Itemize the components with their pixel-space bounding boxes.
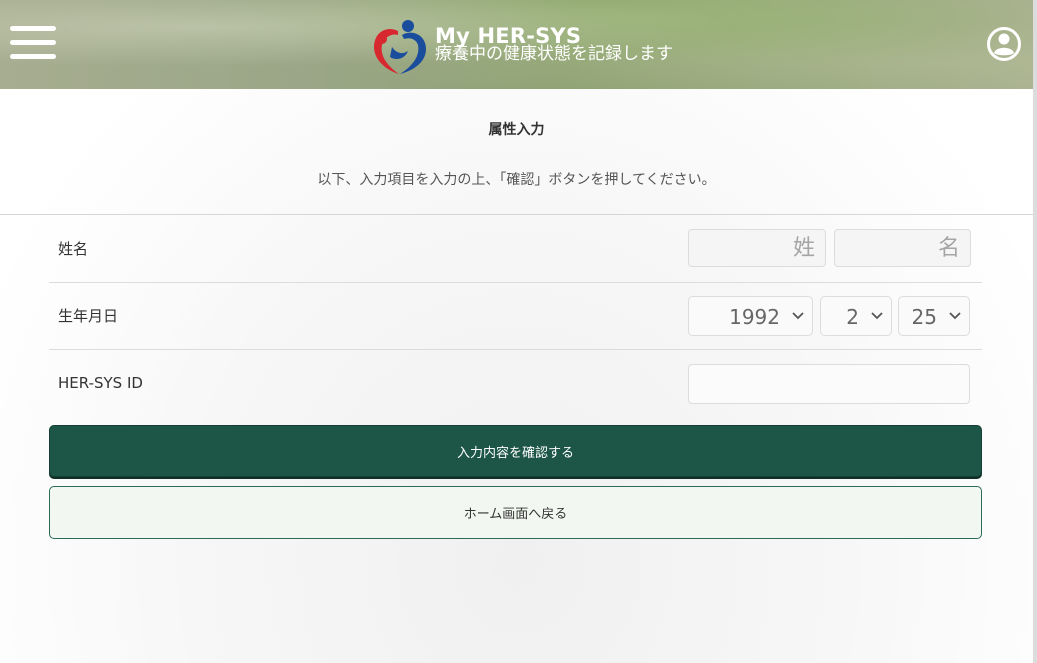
user-account-icon[interactable] xyxy=(986,26,1022,62)
mhlw-logo-icon xyxy=(374,20,426,74)
first-name-input[interactable] xyxy=(834,229,971,267)
chevron-down-icon xyxy=(871,312,883,320)
birth-year-value: 1992 xyxy=(729,305,780,329)
hersys-id-input[interactable] xyxy=(688,364,970,404)
confirm-button[interactable]: 入力内容を確認する xyxy=(49,425,982,477)
hamburger-menu-icon[interactable] xyxy=(10,26,56,60)
last-name-input[interactable] xyxy=(688,229,826,267)
birth-year-select[interactable]: 1992 xyxy=(688,296,813,336)
page-title: 属性入力 xyxy=(488,122,545,138)
name-label: 姓名 xyxy=(58,240,89,258)
birth-day-value: 25 xyxy=(911,305,937,329)
birth-month-select[interactable]: 2 xyxy=(820,296,892,336)
birth-day-select[interactable]: 25 xyxy=(898,296,970,336)
birth-month-value: 2 xyxy=(846,305,859,329)
back-home-button[interactable]: ホーム画面へ戻る xyxy=(49,486,982,539)
row-divider xyxy=(49,282,982,283)
chevron-down-icon xyxy=(949,312,961,320)
scrollbar[interactable] xyxy=(1033,0,1037,663)
app-subtitle: 療養中の健康状態を記録します xyxy=(435,44,673,64)
instruction-text: 以下、入力項目を入力の上、「確認」ボタンを押してください。 xyxy=(317,172,716,188)
app-header: My HER-SYS 療養中の健康状態を記録します xyxy=(0,0,1033,89)
chevron-down-icon xyxy=(792,312,804,320)
birthdate-label: 生年月日 xyxy=(58,307,119,325)
divider xyxy=(0,214,1033,215)
hersys-id-label: HER-SYS ID xyxy=(58,374,143,392)
row-divider xyxy=(49,349,982,350)
